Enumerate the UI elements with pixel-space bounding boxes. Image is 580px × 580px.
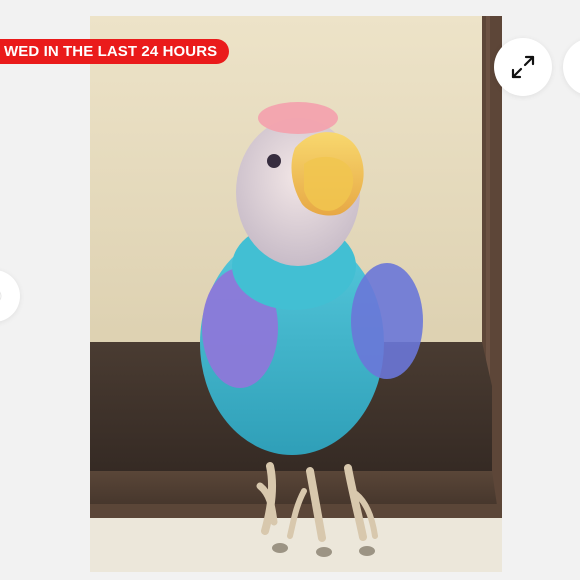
partial-circle-button [0,291,2,301]
main-product-image [90,16,502,572]
previous-image-button[interactable] [0,270,20,322]
parrot-toy-photo [90,16,502,572]
next-image-button[interactable] [563,38,580,96]
recently-viewed-badge: WED IN THE LAST 24 HOURS [0,39,230,64]
product-gallery: WED IN THE LAST 24 HOURS [0,0,580,580]
expand-icon [511,55,535,79]
expand-button[interactable] [494,38,552,96]
